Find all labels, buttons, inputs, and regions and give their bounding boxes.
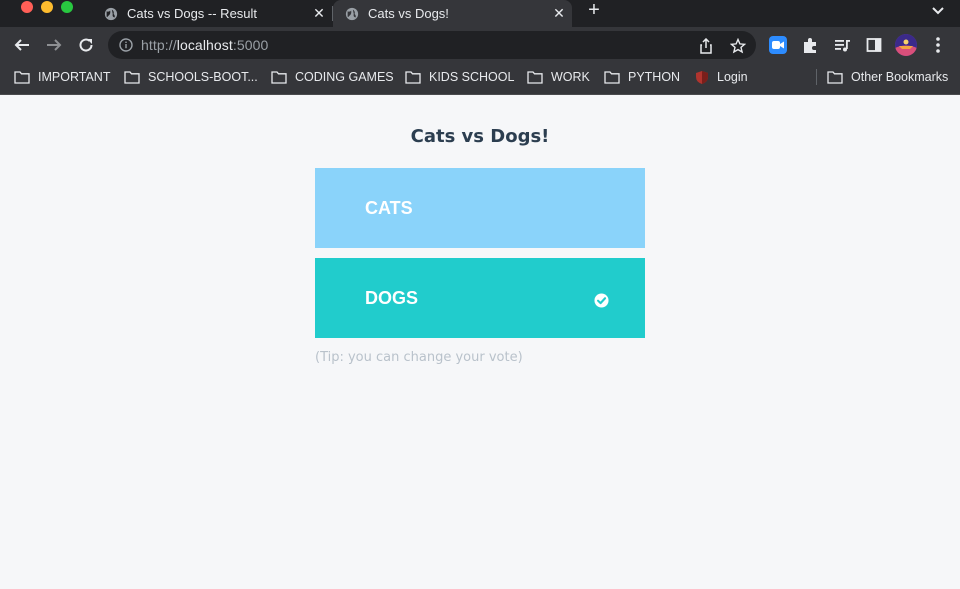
folder-icon: [124, 70, 140, 84]
check-circle-icon: [594, 293, 609, 308]
profile-avatar[interactable]: [895, 34, 917, 56]
share-icon[interactable]: [698, 38, 714, 54]
bookmark-work[interactable]: WORK: [527, 63, 590, 91]
folder-icon: [14, 70, 30, 84]
bookmark-label: Other Bookmarks: [851, 70, 949, 84]
bookmark-label: IMPORTANT: [38, 70, 111, 84]
page-title: Cats vs Dogs!: [410, 126, 550, 147]
camera-icon: [772, 41, 784, 49]
reload-icon: [79, 38, 93, 52]
bookmark-schools-boot[interactable]: SCHOOLS-BOOT...: [124, 63, 258, 91]
tab-strip: Cats vs Dogs -- Result ✕ Cats vs Dogs! ✕…: [0, 0, 960, 27]
bookmark-important[interactable]: IMPORTANT: [14, 63, 110, 91]
avatar-image: [895, 34, 917, 56]
bookmark-python[interactable]: PYTHON: [604, 63, 680, 91]
minimize-window-button[interactable]: [41, 1, 53, 13]
reload-button[interactable]: [75, 34, 97, 56]
extensions-button[interactable]: [801, 36, 819, 54]
arrow-right-icon: [47, 39, 62, 51]
info-icon[interactable]: [119, 38, 133, 52]
bookmark-label: Login: [717, 70, 748, 84]
globe-icon: [345, 7, 359, 20]
media-control-button[interactable]: [833, 36, 851, 54]
bookmark-label: CODING GAMES: [295, 70, 394, 84]
globe-icon: [104, 7, 118, 20]
maximize-window-button[interactable]: [61, 1, 73, 13]
puzzle-icon: [803, 37, 816, 53]
tab-vote[interactable]: Cats vs Dogs! ✕: [333, 0, 572, 27]
bookmark-kids-school[interactable]: KIDS SCHOOL: [405, 63, 514, 91]
page-content: Cats vs Dogs! CATS DOGS (Tip: you can ch…: [0, 96, 960, 589]
folder-icon: [604, 70, 620, 84]
vote-tip: (Tip: you can change your vote): [315, 350, 523, 365]
bookmark-label: WORK: [551, 70, 590, 84]
folder-icon: [405, 70, 421, 84]
new-tab-button[interactable]: +: [583, 0, 605, 22]
bookmark-coding-games[interactable]: CODING GAMES: [271, 63, 394, 91]
bookmark-divider: [816, 69, 817, 85]
close-tab-icon[interactable]: ✕: [306, 5, 332, 22]
bookmark-login[interactable]: Login: [695, 63, 748, 91]
close-window-button[interactable]: [21, 1, 33, 13]
bookmark-label: PYTHON: [628, 70, 681, 84]
vote-dogs-button[interactable]: DOGS: [315, 258, 645, 338]
forward-button[interactable]: [43, 34, 65, 56]
star-icon[interactable]: [730, 38, 746, 54]
back-button[interactable]: [11, 34, 33, 56]
more-vert-icon: [936, 37, 940, 53]
other-bookmarks[interactable]: Other Bookmarks: [827, 63, 948, 91]
vote-cats-button[interactable]: CATS: [315, 168, 645, 248]
vote-option-label: DOGS: [365, 288, 419, 308]
folder-icon: [271, 70, 287, 84]
address-bar[interactable]: http://localhost:5000: [108, 31, 756, 59]
shield-icon: [696, 70, 708, 84]
bookmark-label: KIDS SCHOOL: [429, 70, 515, 84]
tab-title: Cats vs Dogs!: [368, 6, 449, 21]
bookmarks-bar: IMPORTANT SCHOOLS-BOOT... CODING GAMES K…: [0, 63, 960, 95]
browser-menu-button[interactable]: [929, 36, 947, 54]
tab-result[interactable]: Cats vs Dogs -- Result ✕: [92, 0, 332, 27]
browser-toolbar: http://localhost:5000: [0, 27, 960, 63]
vote-option-label: CATS: [365, 198, 413, 218]
zoom-extension-icon[interactable]: [769, 36, 787, 54]
close-tab-icon[interactable]: ✕: [546, 5, 572, 22]
bookmark-label: SCHOOLS-BOOT...: [148, 70, 258, 84]
tab-title: Cats vs Dogs -- Result: [127, 6, 258, 21]
playlist-icon: [834, 39, 850, 51]
side-panel-button[interactable]: [865, 36, 883, 54]
chevron-down-icon[interactable]: [928, 2, 948, 20]
side-panel-icon: [866, 38, 882, 52]
folder-icon: [827, 70, 843, 84]
url-text: http://localhost:5000: [141, 37, 269, 53]
folder-icon: [527, 70, 543, 84]
arrow-left-icon: [14, 39, 29, 51]
